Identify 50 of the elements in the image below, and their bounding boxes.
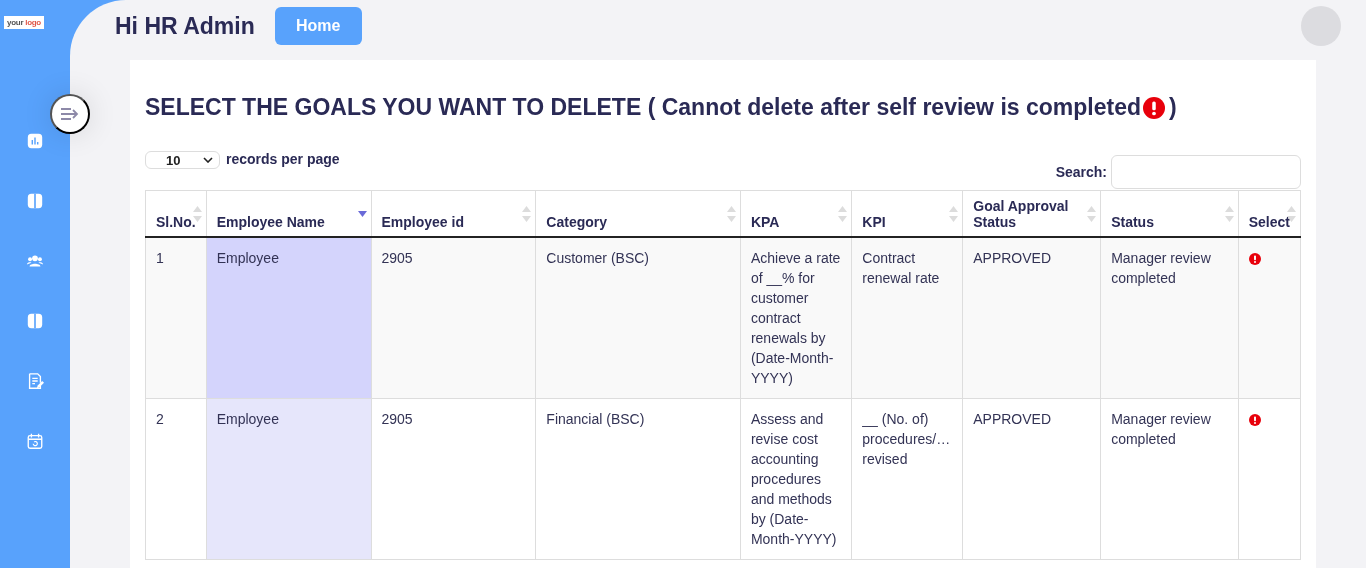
sort-icon	[726, 205, 736, 223]
table-cell: Employee	[206, 236, 371, 398]
table-cell: Contract renewal rate	[851, 236, 963, 398]
table-cell: Employee	[206, 398, 371, 559]
search-field[interactable]	[1111, 155, 1301, 189]
column-header[interactable]: Goal Approval Status	[962, 190, 1101, 237]
book-icon[interactable]	[26, 312, 44, 330]
records-per-page-select[interactable]: 10	[145, 151, 220, 169]
table-cell: Achieve a rate of __% for customer contract renewals by (Date-Month-YYYY)	[740, 236, 852, 398]
table-cell: Manager review completed	[1100, 398, 1239, 559]
document-edit-icon[interactable]	[26, 372, 44, 390]
sort-icon	[838, 205, 848, 223]
chart-icon[interactable]	[26, 132, 44, 150]
table-cell: 2905	[371, 236, 536, 398]
table-cell: __ (No. of) procedures/… revised	[851, 398, 963, 559]
column-header[interactable]: Category	[535, 190, 741, 237]
calendar-icon[interactable]	[26, 432, 44, 450]
alert-icon	[1248, 252, 1261, 265]
page-title-end: )	[1169, 94, 1177, 121]
table-cell: Assess and revise cost accounting procedures and methods by (Date-Month-YYYY)	[740, 398, 852, 559]
collapse-arrow-icon	[60, 107, 80, 121]
column-header[interactable]: Select	[1238, 190, 1301, 237]
logo: your logo	[4, 16, 44, 29]
table-cell: 1	[145, 236, 207, 398]
records-per-page-label: records per page	[226, 151, 340, 167]
sort-icon	[1224, 205, 1234, 223]
column-header[interactable]: Employee id	[371, 190, 536, 237]
page-title: SELECT THE GOALS YOU WANT TO DELETE ( Cannot delete after self review is completed	[145, 94, 1141, 121]
table-cell: 2905	[371, 398, 536, 559]
column-header[interactable]: KPA	[740, 190, 852, 237]
sort-icon	[1087, 205, 1097, 223]
chevron-down-icon	[203, 157, 213, 163]
column-header[interactable]: KPI	[851, 190, 963, 237]
table-cell: Customer (BSC)	[535, 236, 741, 398]
table-cell: APPROVED	[962, 398, 1101, 559]
alert-icon	[1143, 96, 1165, 119]
sort-icon	[949, 205, 959, 223]
table-cell: Financial (BSC)	[535, 398, 741, 559]
sidebar-toggle-button[interactable]	[50, 94, 90, 134]
table-cell: 2	[145, 398, 207, 559]
column-header[interactable]: Status	[1100, 190, 1239, 237]
greeting: Hi HR Admin	[115, 12, 255, 40]
table-cell: Manager review completed	[1100, 236, 1239, 398]
search-label: Search:	[1055, 164, 1107, 180]
sort-icon	[522, 205, 532, 223]
alert-icon	[1248, 413, 1261, 426]
table-cell: APPROVED	[962, 236, 1101, 398]
book-icon[interactable]	[26, 192, 44, 210]
column-header[interactable]: Sl.No.	[145, 190, 207, 237]
column-header[interactable]: Employee Name	[206, 190, 371, 237]
